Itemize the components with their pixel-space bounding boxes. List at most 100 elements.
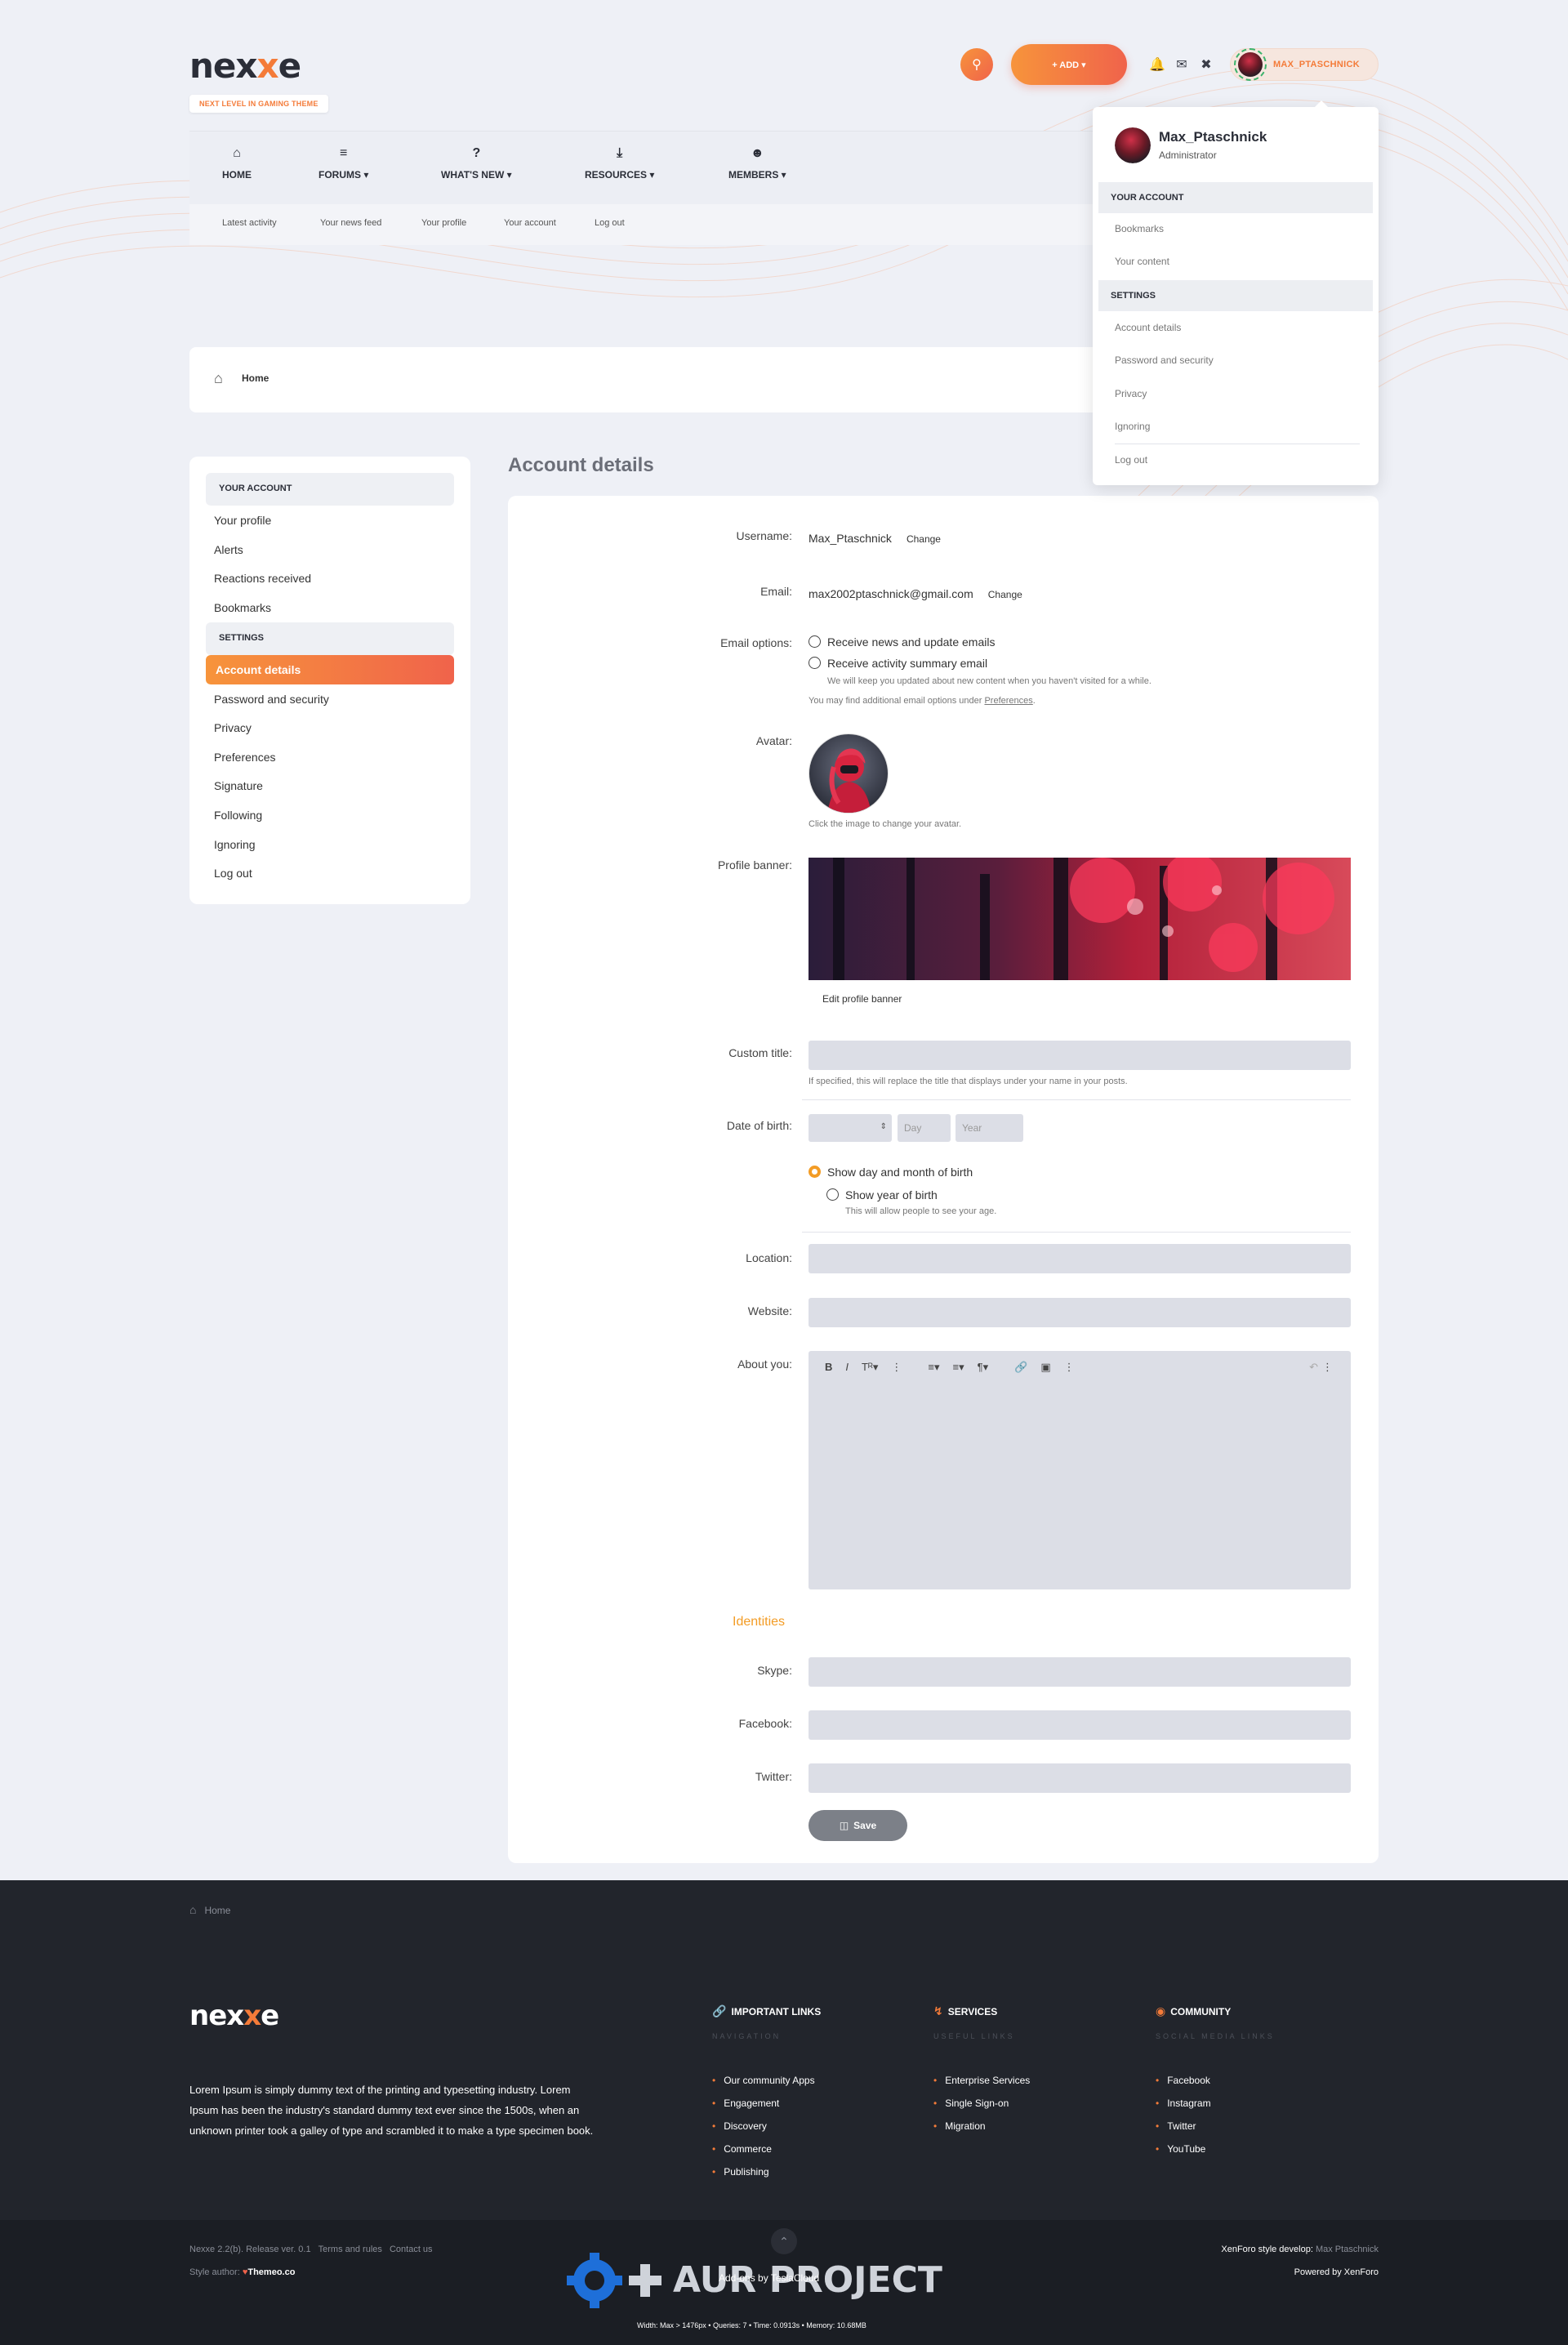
footer-col-sub: NAVIGATION [712,2032,782,2040]
profile-banner-image[interactable] [808,858,1351,980]
radio-circle [808,657,821,669]
dropdown-your-content[interactable]: Your content [1115,256,1169,267]
dropdown-account-details[interactable]: Account details [1115,322,1181,333]
paragraph-icon[interactable]: ¶▾ [978,1361,989,1374]
sidebar-item-following[interactable]: Following [214,809,262,822]
facebook-input[interactable] [808,1710,1351,1740]
italic-icon[interactable]: I [845,1361,849,1374]
twitter-input[interactable] [808,1763,1351,1793]
image-icon[interactable]: ▣ [1040,1361,1050,1374]
dob-day-input[interactable]: Day [898,1114,951,1142]
search-icon[interactable]: ⚲ [960,48,993,81]
dropdown-bookmarks[interactable]: Bookmarks [1115,223,1164,234]
custom-title-input[interactable] [808,1041,1351,1070]
undo-icon[interactable]: ↶ [1309,1361,1318,1374]
bold-icon[interactable]: B [825,1361,832,1374]
avatar-image[interactable] [808,733,889,814]
preferences-link[interactable]: Preferences [984,696,1032,706]
footer-link[interactable]: Enterprise Services [933,2075,1030,2086]
footer-link[interactable]: Discovery [712,2120,767,2132]
align-icon[interactable]: ≡▾ [952,1361,964,1374]
footer-link[interactable]: YouTube [1156,2143,1205,2155]
dob-month-select[interactable]: ⇕ [808,1114,892,1142]
footer-link[interactable]: Engagement [712,2098,779,2109]
footer-link[interactable]: Instagram [1156,2098,1210,2109]
edit-banner-button[interactable]: Edit profile banner [822,993,902,1005]
opt-news-radio[interactable]: Receive news and update emails [808,635,995,649]
sidebar-item-password[interactable]: Password and security [214,693,329,706]
dropdown-log-out[interactable]: Log out [1115,454,1147,466]
subnav-your-profile[interactable]: Your profile [421,218,466,228]
footer-link[interactable]: Commerce [712,2143,772,2155]
username-label: Username: [736,529,792,542]
dropdown-ignoring[interactable]: Ignoring [1115,421,1150,432]
themeo-link[interactable]: Themeo.co [247,2267,295,2277]
skype-input[interactable] [808,1657,1351,1687]
subnav-your-account[interactable]: Your account [504,218,556,228]
home-icon[interactable]: ⌂ [214,370,223,387]
tools-icon[interactable]: ✖ [1194,56,1218,73]
footer-link[interactable]: Migration [933,2120,985,2132]
opt-summary-radio[interactable]: Receive activity summary email [808,657,987,670]
text-size-icon[interactable]: Tᴿ▾ [862,1361,878,1374]
dropdown-password[interactable]: Password and security [1115,354,1214,366]
about-editor[interactable]: B I Tᴿ▾ ⋮ ≡▾ ≡▾ ¶▾ 🔗 ▣ ⋮ ↶ ⋮ [808,1351,1351,1589]
subnav-log-out[interactable]: Log out [595,218,625,228]
sidebar-item-your-profile[interactable]: Your profile [214,514,271,527]
footer-release-line: Nexxe 2.2(b). Release ver. 0.1 Terms and… [189,2245,433,2254]
footer-breadcrumb-home[interactable]: Home [204,1905,230,1916]
more-text-icon[interactable]: ⋮ [891,1361,902,1374]
sidebar-item-signature[interactable]: Signature [214,779,263,792]
dropdown-privacy[interactable]: Privacy [1115,388,1147,399]
sidebar-item-bookmarks[interactable]: Bookmarks [214,601,271,614]
addons-credit[interactable]: Add-ons by TeslaCloud [719,2272,819,2284]
bell-icon[interactable]: 🔔 [1145,56,1169,73]
sidebar-item-preferences[interactable]: Preferences [214,751,275,764]
dropdown-username[interactable]: Max_Ptaschnick [1159,129,1267,145]
add-button[interactable]: + ADD ▾ [1010,44,1127,85]
sidebar-item-reactions[interactable]: Reactions received [214,572,311,585]
powered-by-link[interactable]: Powered by XenForo [1294,2267,1379,2277]
location-input[interactable] [808,1244,1351,1273]
sidebar-item-account-details[interactable]: Account details [206,655,454,684]
website-input[interactable] [808,1298,1351,1327]
sidebar-item-alerts[interactable]: Alerts [214,543,243,556]
dropdown-avatar[interactable] [1115,127,1151,163]
subnav-news-feed[interactable]: Your news feed [320,218,381,228]
nav-whats-new[interactable]: ? WHAT'S NEW ▾ [441,146,512,181]
more-options-icon[interactable]: ⋮ [1322,1361,1333,1374]
footer-link[interactable]: Facebook [1156,2075,1210,2086]
home-icon[interactable]: ⌂ [189,1903,196,1916]
show-year-checkbox[interactable]: Show year of birth [826,1188,938,1201]
list-icon[interactable]: ≡▾ [928,1361,939,1374]
terms-link[interactable]: Terms and rules [318,2245,382,2254]
footer-col-sub: SOCIAL MEDIA LINKS [1156,2032,1275,2040]
nav-resources[interactable]: ⤓ RESOURCES ▾ [585,146,654,181]
change-username-link[interactable]: Change [906,533,941,545]
site-logo[interactable]: nexxe [189,46,301,86]
link-icon[interactable]: 🔗 [1014,1361,1027,1374]
nav-forums[interactable]: ≡ FORUMS ▾ [318,146,368,181]
custom-title-label: Custom title: [728,1046,792,1059]
breadcrumb-home[interactable]: Home [242,372,269,384]
dob-year-input[interactable]: Year [956,1114,1023,1142]
footer-link[interactable]: Twitter [1156,2120,1196,2132]
show-day-checkbox[interactable]: Show day and month of birth [808,1166,973,1179]
nav-home[interactable]: ⌂ HOME [222,146,252,181]
sidebar-item-privacy[interactable]: Privacy [214,721,252,734]
sidebar-item-ignoring[interactable]: Ignoring [214,838,256,851]
footer-link[interactable]: Publishing [712,2166,768,2178]
footer-logo[interactable]: nexxe [189,1999,279,2032]
community-icon: ◉ [1156,2004,1166,2017]
subnav-latest-activity[interactable]: Latest activity [222,218,277,228]
change-email-link[interactable]: Change [988,589,1022,600]
mail-icon[interactable]: ✉ [1169,56,1194,73]
footer-link[interactable]: Single Sign-on [933,2098,1009,2109]
footer-link[interactable]: Our community Apps [712,2075,814,2086]
sidebar-item-log-out[interactable]: Log out [214,867,252,880]
nav-members[interactable]: ☻ MEMBERS ▾ [728,146,786,181]
more-insert-icon[interactable]: ⋮ [1064,1361,1075,1374]
contact-link[interactable]: Contact us [390,2245,433,2254]
save-button[interactable]: ◫ Save [808,1810,907,1841]
user-menu-button[interactable]: MAX_PTASCHNICK [1229,48,1379,81]
